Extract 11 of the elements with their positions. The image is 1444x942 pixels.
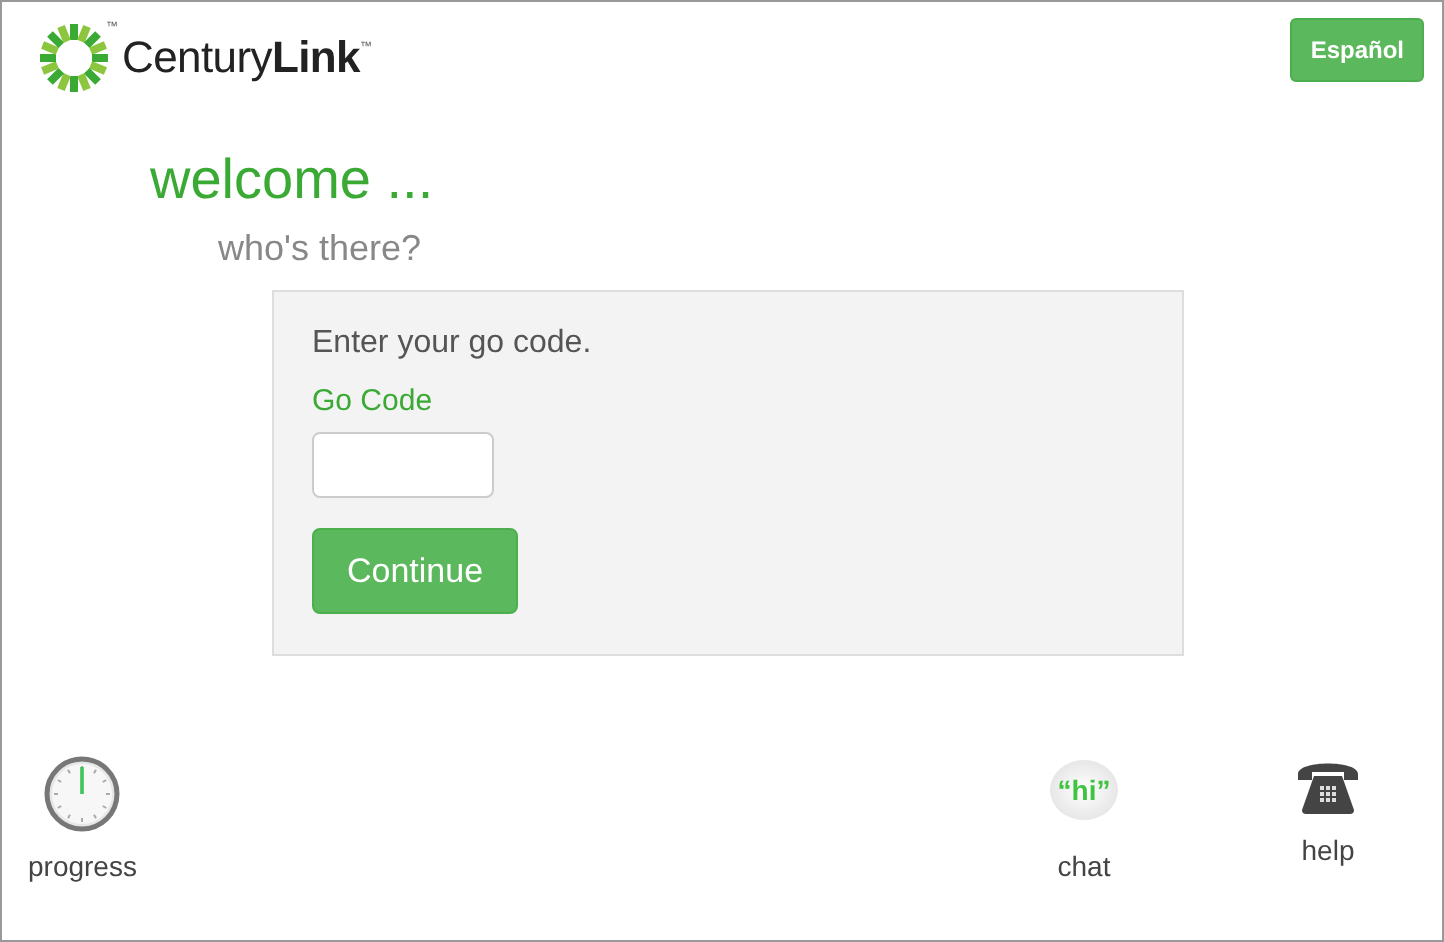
nav-label[interactable]: progress xyxy=(28,850,137,882)
sunburst-logo-icon xyxy=(38,22,110,94)
nav-label[interactable]: chat xyxy=(1057,850,1111,882)
welcome-subtitle: who's there? xyxy=(218,228,423,270)
welcome-heading: welcome ... xyxy=(150,146,436,214)
logo-text: CenturyLink xyxy=(122,32,360,84)
nav-label[interactable]: help xyxy=(1301,834,1355,866)
go-code-field[interactable] xyxy=(312,432,494,498)
clock-icon[interactable] xyxy=(44,756,121,832)
field-label: Go Code xyxy=(312,384,433,418)
form-prompt: Enter your go code. xyxy=(312,326,592,362)
